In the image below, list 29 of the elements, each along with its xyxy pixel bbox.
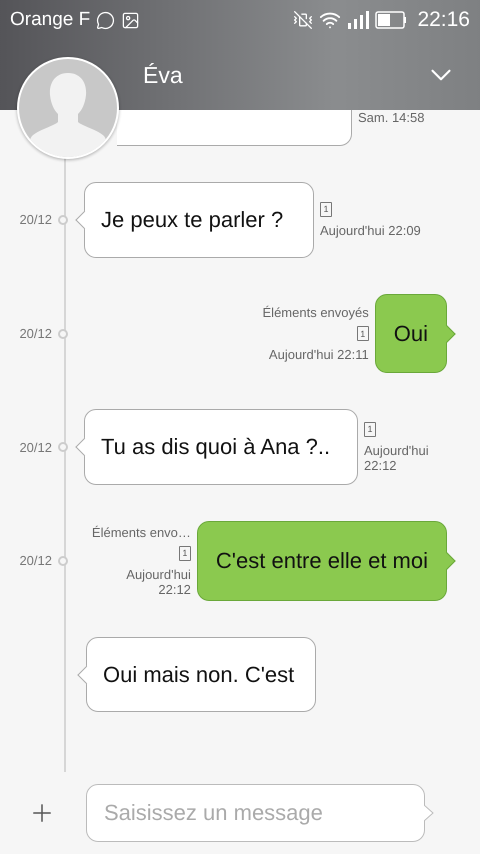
signal-icon [347,11,370,29]
sim-badge: 1 [178,546,191,561]
message-time: Aujourd'hui 22:11 [268,347,369,362]
message-date: 20/12 [19,212,52,228]
message-date: 20/12 [19,440,52,455]
timeline-dot [58,214,68,225]
message-date: 20/12 [19,326,52,342]
message-time: Aujourd'hui 22:12 [125,566,191,597]
sim-badge: 1 [320,202,332,217]
message-status: Éléments envoyés [262,305,369,320]
vibrate-off-icon [293,10,314,30]
message-date: 20/12 [19,553,52,568]
timeline-dot [58,556,68,566]
timeline-dot [58,328,68,339]
image-icon [121,10,140,30]
chat-bubble-icon [96,10,116,30]
message-time: Sam. 14:58 [358,110,424,125]
message-status: Éléments envo… [92,524,191,540]
contact-name: Éva [143,62,184,88]
field-tail-icon [424,803,434,823]
sim-badge: 1 [356,326,369,342]
message-time: Aujourd'hui 22:12 [364,442,430,473]
timeline-dot [58,442,68,452]
message-time: Aujourd'hui 22:09 [320,222,421,238]
battery-icon [375,11,408,29]
status-time: 22:16 [417,8,470,32]
carrier-name: Orange F [10,9,90,31]
sim-badge: 1 [364,422,376,437]
message-field[interactable]: Saisissez un message [86,784,425,842]
